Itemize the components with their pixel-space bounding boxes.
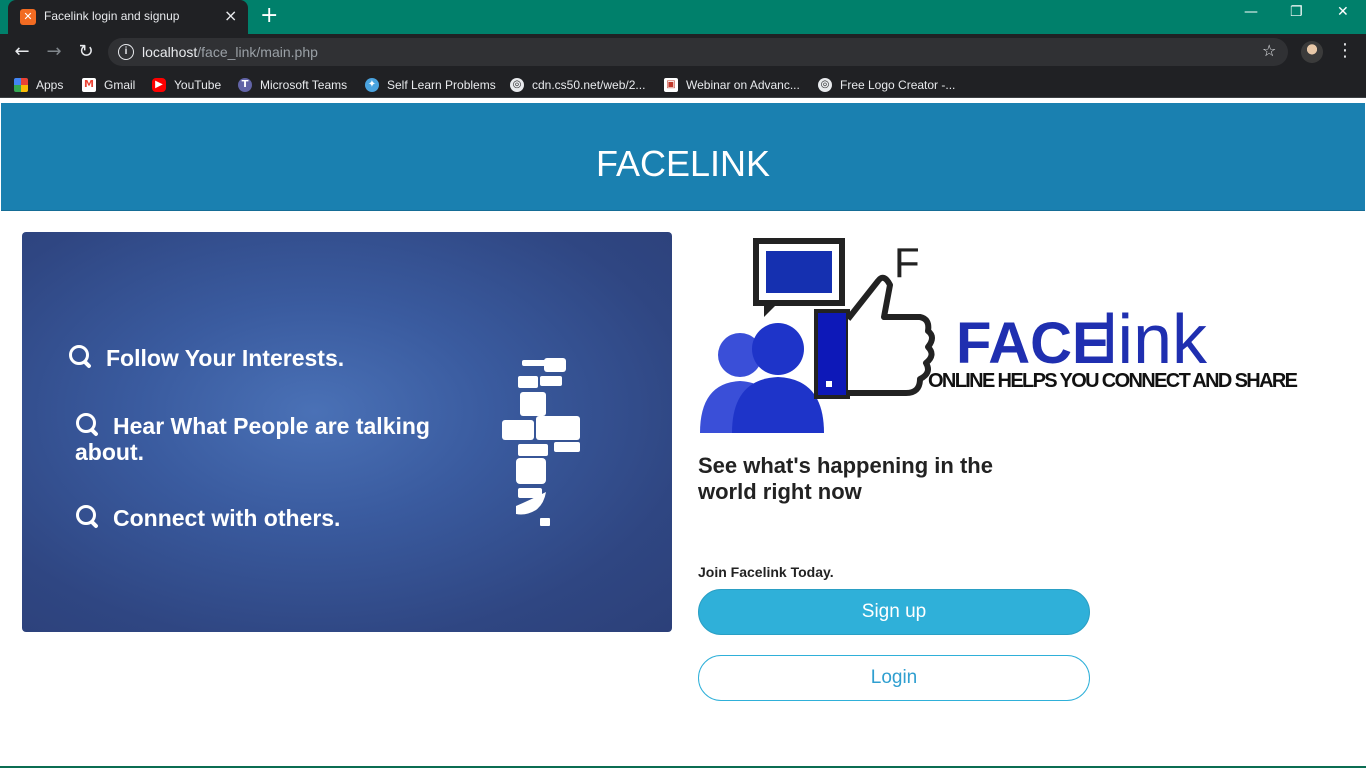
- feature-connect: Connect with others.: [75, 504, 340, 531]
- bookmark-gmail[interactable]: M Gmail: [82, 76, 135, 94]
- site-header: FACELINK: [1, 103, 1365, 211]
- logo-link-word: link: [1102, 300, 1208, 378]
- facelink-logo: F FACE link ONLINE HELPS YOU CONNECT AND…: [700, 238, 1298, 433]
- search-icon: [75, 504, 99, 528]
- xampp-favicon-icon: ✕: [20, 9, 36, 25]
- browser-menu-icon[interactable]: ⋮: [1336, 40, 1354, 61]
- minimize-icon[interactable]: —: [1244, 4, 1258, 20]
- tagline: See what's happening in the world right …: [698, 453, 993, 504]
- bookmark-star-icon[interactable]: ☆: [1262, 41, 1276, 60]
- globe-icon: ◎: [818, 78, 832, 92]
- reload-icon[interactable]: ↻: [74, 40, 98, 64]
- close-window-icon[interactable]: ✕: [1337, 4, 1349, 20]
- restore-icon[interactable]: ❐: [1290, 4, 1303, 20]
- login-button[interactable]: Login: [698, 655, 1090, 701]
- apps-grid-icon: [14, 78, 28, 92]
- self-learn-icon: ✦: [365, 78, 379, 92]
- bookmark-self-learn[interactable]: ✦ Self Learn Problems: [365, 76, 496, 94]
- forward-icon[interactable]: →: [42, 40, 66, 64]
- globe-icon: ◎: [510, 78, 524, 92]
- address-bar[interactable]: i localhost/face_link/main.php ☆: [108, 38, 1288, 66]
- signup-button[interactable]: Sign up: [698, 589, 1090, 635]
- url-text[interactable]: localhost/face_link/main.php: [142, 44, 318, 60]
- back-icon[interactable]: ←: [10, 40, 34, 64]
- bookmark-teams[interactable]: T Microsoft Teams: [238, 76, 347, 94]
- search-icon: [75, 412, 99, 436]
- bookmark-logo-creator[interactable]: ◎ Free Logo Creator -...: [818, 76, 955, 94]
- teams-icon: T: [238, 78, 252, 92]
- logo-face-word: FACE: [956, 311, 1111, 376]
- hero-panel: Follow Your Interests. Hear What People …: [22, 232, 672, 632]
- site-title: FACELINK: [595, 143, 771, 184]
- bookmarks-bar: Apps M Gmail ▶ YouTube T Microsoft Teams…: [0, 70, 1366, 98]
- feature-follow: Follow Your Interests.: [68, 344, 344, 371]
- new-tab-icon[interactable]: +: [260, 5, 278, 27]
- tab-title: Facelink login and signup: [44, 9, 180, 23]
- gmail-icon: M: [82, 78, 96, 92]
- bookmark-apps[interactable]: Apps: [14, 76, 63, 94]
- browser-titlebar: ✕ Facelink login and signup × + — ❐ ✕: [0, 0, 1366, 34]
- bookmark-webinar[interactable]: ▣ Webinar on Advanc...: [664, 76, 800, 94]
- join-text: Join Facelink Today.: [698, 564, 834, 580]
- social-f-collage-icon: [502, 358, 580, 526]
- browser-tab[interactable]: ✕ Facelink login and signup ×: [8, 0, 248, 34]
- browser-toolbar: ← → ↻ i localhost/face_link/main.php ☆: [0, 34, 1366, 70]
- feature-hear: Hear What People are talking about.: [75, 412, 430, 465]
- tab-close-icon[interactable]: ×: [224, 7, 237, 25]
- logo-slogan: ONLINE HELPS YOU CONNECT AND SHARE: [928, 370, 1298, 392]
- logo-f-letter: F: [894, 239, 920, 286]
- youtube-icon: ▶: [152, 78, 166, 92]
- site-info-icon[interactable]: i: [118, 44, 134, 60]
- bookmark-youtube[interactable]: ▶ YouTube: [152, 76, 221, 94]
- search-icon: [68, 344, 92, 368]
- page-content: FACELINK Follow Your Interests. Hear Wha…: [0, 103, 1366, 768]
- bookmark-cdn-cs50[interactable]: ◎ cdn.cs50.net/web/2...: [510, 76, 645, 94]
- webinar-icon: ▣: [664, 78, 678, 92]
- profile-avatar[interactable]: [1301, 41, 1323, 63]
